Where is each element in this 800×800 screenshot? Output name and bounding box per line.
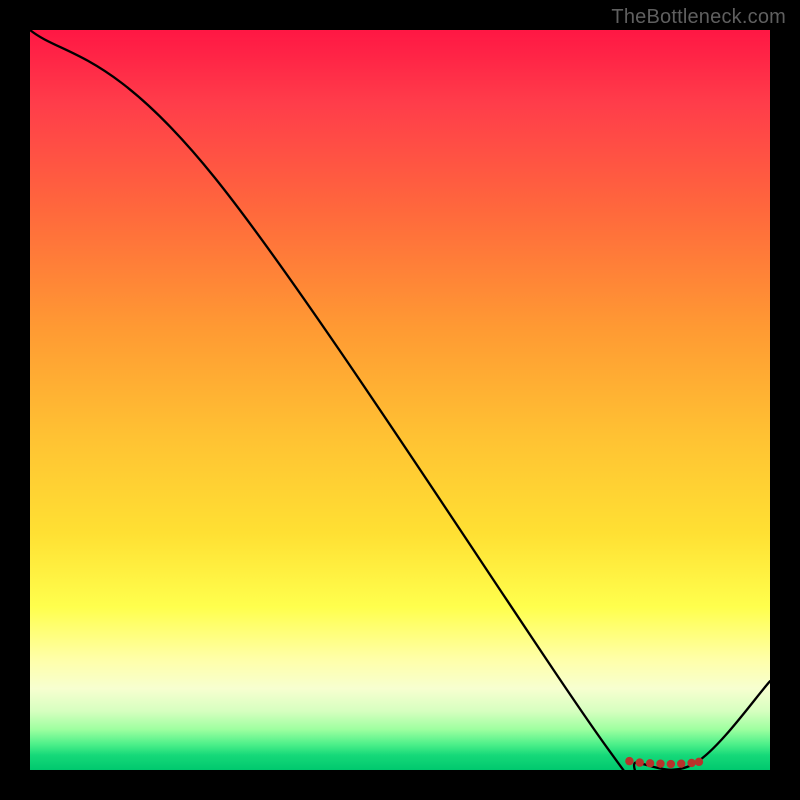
optimal-marker [625,757,633,765]
optimal-marker [646,759,654,767]
watermark-text: TheBottleneck.com [611,6,786,29]
optimal-marker [687,759,695,767]
chart-svg [30,30,770,770]
optimal-marker [636,758,644,766]
plot-area [30,30,770,770]
optimal-range-markers [625,757,703,768]
chart-stage: TheBottleneck.com [0,0,800,800]
bottleneck-curve [30,30,770,798]
optimal-marker [695,758,703,766]
optimal-marker [656,760,664,768]
optimal-marker [677,760,685,768]
optimal-marker [667,760,675,768]
